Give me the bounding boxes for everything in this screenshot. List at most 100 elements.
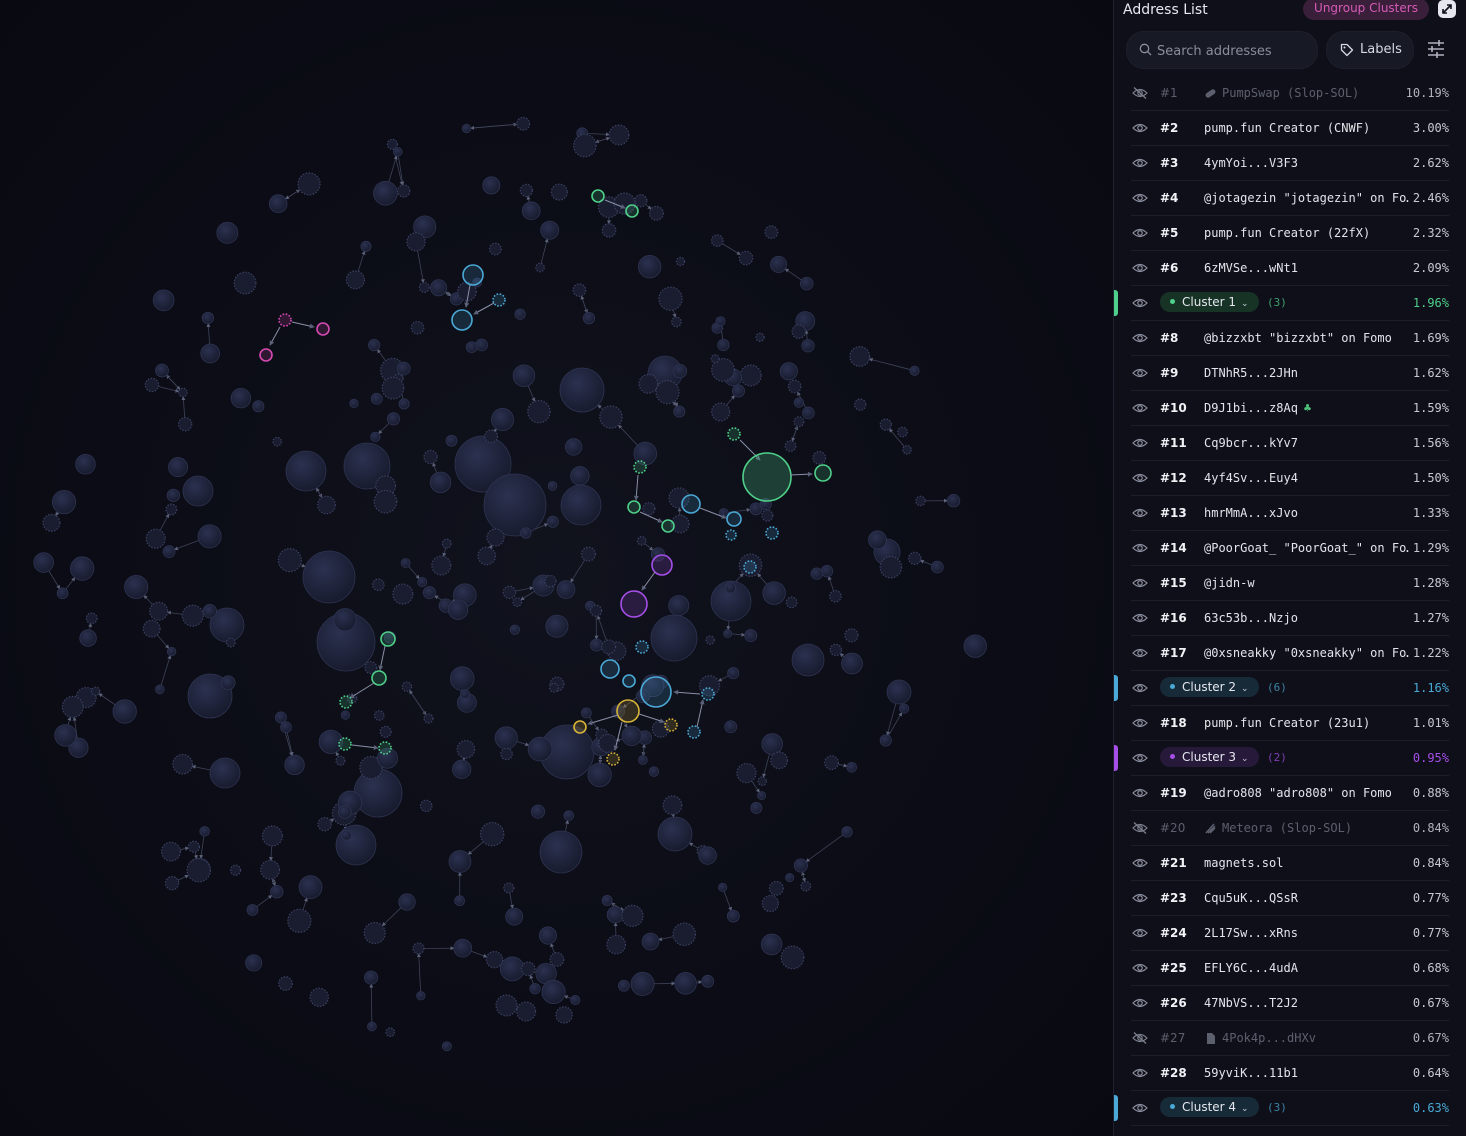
cluster-node[interactable]	[640, 676, 672, 708]
eye-icon[interactable]	[1132, 367, 1148, 379]
holder-node[interactable]	[724, 582, 737, 594]
holder-node[interactable]	[621, 725, 642, 746]
holder-node[interactable]	[166, 488, 180, 502]
holder-node[interactable]	[479, 821, 505, 847]
address-name[interactable]: 4yf4Sv...Euy4	[1204, 471, 1298, 485]
holder-node[interactable]	[398, 398, 410, 410]
holder-node[interactable]	[657, 816, 693, 852]
eye-icon[interactable]	[1132, 297, 1148, 309]
holder-node[interactable]	[165, 503, 178, 516]
holder-node[interactable]	[368, 338, 381, 352]
chevron-down-icon[interactable]: ⌄	[1241, 1104, 1249, 1114]
holder-node[interactable]	[367, 1021, 377, 1032]
chevron-down-icon[interactable]: ⌄	[1241, 754, 1249, 764]
holder-node[interactable]	[419, 799, 433, 813]
address-row[interactable]: #17 @0xsneakky "0xsneakky" on Fo… 1.22%	[1114, 636, 1466, 671]
holder-node[interactable]	[445, 434, 458, 447]
holder-node[interactable]	[599, 405, 623, 429]
eye-icon[interactable]	[1132, 962, 1148, 974]
holder-node[interactable]	[182, 475, 214, 507]
cluster-chip[interactable]: Cluster 3 ⌄	[1160, 747, 1259, 767]
cluster-node[interactable]	[338, 737, 352, 751]
holder-node[interactable]	[641, 932, 660, 951]
holder-node[interactable]	[199, 826, 210, 837]
eye-icon[interactable]	[1132, 717, 1148, 729]
cluster-chip[interactable]: Cluster 1 ⌄	[1160, 292, 1259, 312]
holder-node[interactable]	[172, 753, 194, 775]
address-row[interactable]: #14 @PoorGoat_ "PoorGoat_" on Fo… 1.29%	[1114, 531, 1466, 566]
holder-node[interactable]	[33, 552, 54, 573]
holder-node[interactable]	[392, 583, 414, 605]
holder-node[interactable]	[166, 646, 177, 657]
holder-node[interactable]	[177, 416, 193, 432]
address-row[interactable]: #26 47NbVS...T2J2 0.67%	[1114, 986, 1466, 1021]
address-name[interactable]: pump.fun Creator (CNWF)	[1204, 121, 1370, 135]
holder-node[interactable]	[757, 776, 768, 787]
holder-node[interactable]	[946, 493, 961, 508]
holder-node[interactable]	[379, 725, 392, 738]
holder-node[interactable]	[216, 221, 239, 244]
cluster-node[interactable]	[742, 452, 792, 502]
holder-node[interactable]	[841, 652, 863, 675]
holder-node[interactable]	[85, 612, 98, 625]
holder-node[interactable]	[233, 271, 257, 295]
cluster-node[interactable]	[622, 674, 636, 688]
holder-node[interactable]	[302, 550, 356, 604]
holder-node[interactable]	[418, 281, 430, 293]
address-name[interactable]: 4ymYoi...V3F3	[1204, 156, 1298, 170]
holder-node[interactable]	[61, 695, 84, 718]
eye-off-icon[interactable]	[1132, 87, 1148, 99]
holder-node[interactable]	[555, 1006, 573, 1024]
holder-node[interactable]	[450, 666, 475, 691]
cluster-node[interactable]	[339, 695, 353, 709]
eye-icon[interactable]	[1132, 542, 1148, 554]
holder-node[interactable]	[317, 495, 336, 515]
holder-node[interactable]	[784, 440, 797, 453]
holder-node[interactable]	[718, 882, 728, 892]
holder-node[interactable]	[452, 759, 472, 779]
holder-node[interactable]	[570, 994, 581, 1005]
holder-node[interactable]	[521, 201, 541, 221]
holder-node[interactable]	[799, 276, 814, 291]
holder-node[interactable]	[549, 952, 565, 967]
holder-node[interactable]	[363, 921, 386, 945]
holder-node[interactable]	[274, 711, 287, 724]
address-name[interactable]: 2L17Sw...xRns	[1204, 926, 1298, 940]
holder-node[interactable]	[800, 880, 812, 892]
holder-node[interactable]	[711, 402, 731, 422]
holder-node[interactable]	[701, 974, 715, 988]
holder-node[interactable]	[454, 895, 465, 907]
holder-node[interactable]	[447, 599, 469, 620]
holder-node[interactable]	[963, 634, 987, 658]
eye-icon[interactable]	[1132, 612, 1148, 624]
holder-node[interactable]	[638, 755, 648, 765]
holder-node[interactable]	[373, 180, 398, 206]
address-name[interactable]: @0xsneakky "0xsneakky" on Fo…	[1204, 646, 1409, 660]
address-name[interactable]: D9J1bi...z8Aq ♣	[1204, 401, 1311, 415]
holder-node[interactable]	[744, 629, 758, 643]
holder-node[interactable]	[527, 399, 551, 424]
holder-node[interactable]	[56, 587, 69, 600]
holder-node[interactable]	[527, 736, 553, 762]
holder-node[interactable]	[545, 614, 569, 638]
address-row[interactable]: #20 Meteora (Slop-SOL) 0.84%	[1114, 811, 1466, 846]
holder-node[interactable]	[908, 551, 922, 566]
holder-node[interactable]	[580, 546, 597, 562]
holder-node[interactable]	[761, 894, 779, 913]
holder-node[interactable]	[162, 545, 176, 559]
address-row[interactable]: #2 pump.fun Creator (CNWF) 3.00%	[1114, 111, 1466, 146]
holder-node[interactable]	[459, 689, 470, 700]
holder-node[interactable]	[810, 567, 823, 580]
holder-node[interactable]	[297, 172, 321, 196]
holder-node[interactable]	[488, 242, 502, 256]
address-name[interactable]: @jotagezin "jotagezin" on Fo…	[1204, 191, 1409, 205]
holder-node[interactable]	[520, 527, 532, 539]
holder-node[interactable]	[897, 426, 908, 438]
holder-node[interactable]	[564, 438, 583, 456]
holder-node[interactable]	[601, 639, 617, 655]
holder-node[interactable]	[280, 721, 292, 733]
address-name[interactable]: DTNhR5...2JHn	[1204, 366, 1298, 380]
address-name[interactable]: magnets.sol	[1204, 856, 1283, 870]
eye-icon[interactable]	[1132, 402, 1148, 414]
holder-node[interactable]	[423, 713, 434, 724]
